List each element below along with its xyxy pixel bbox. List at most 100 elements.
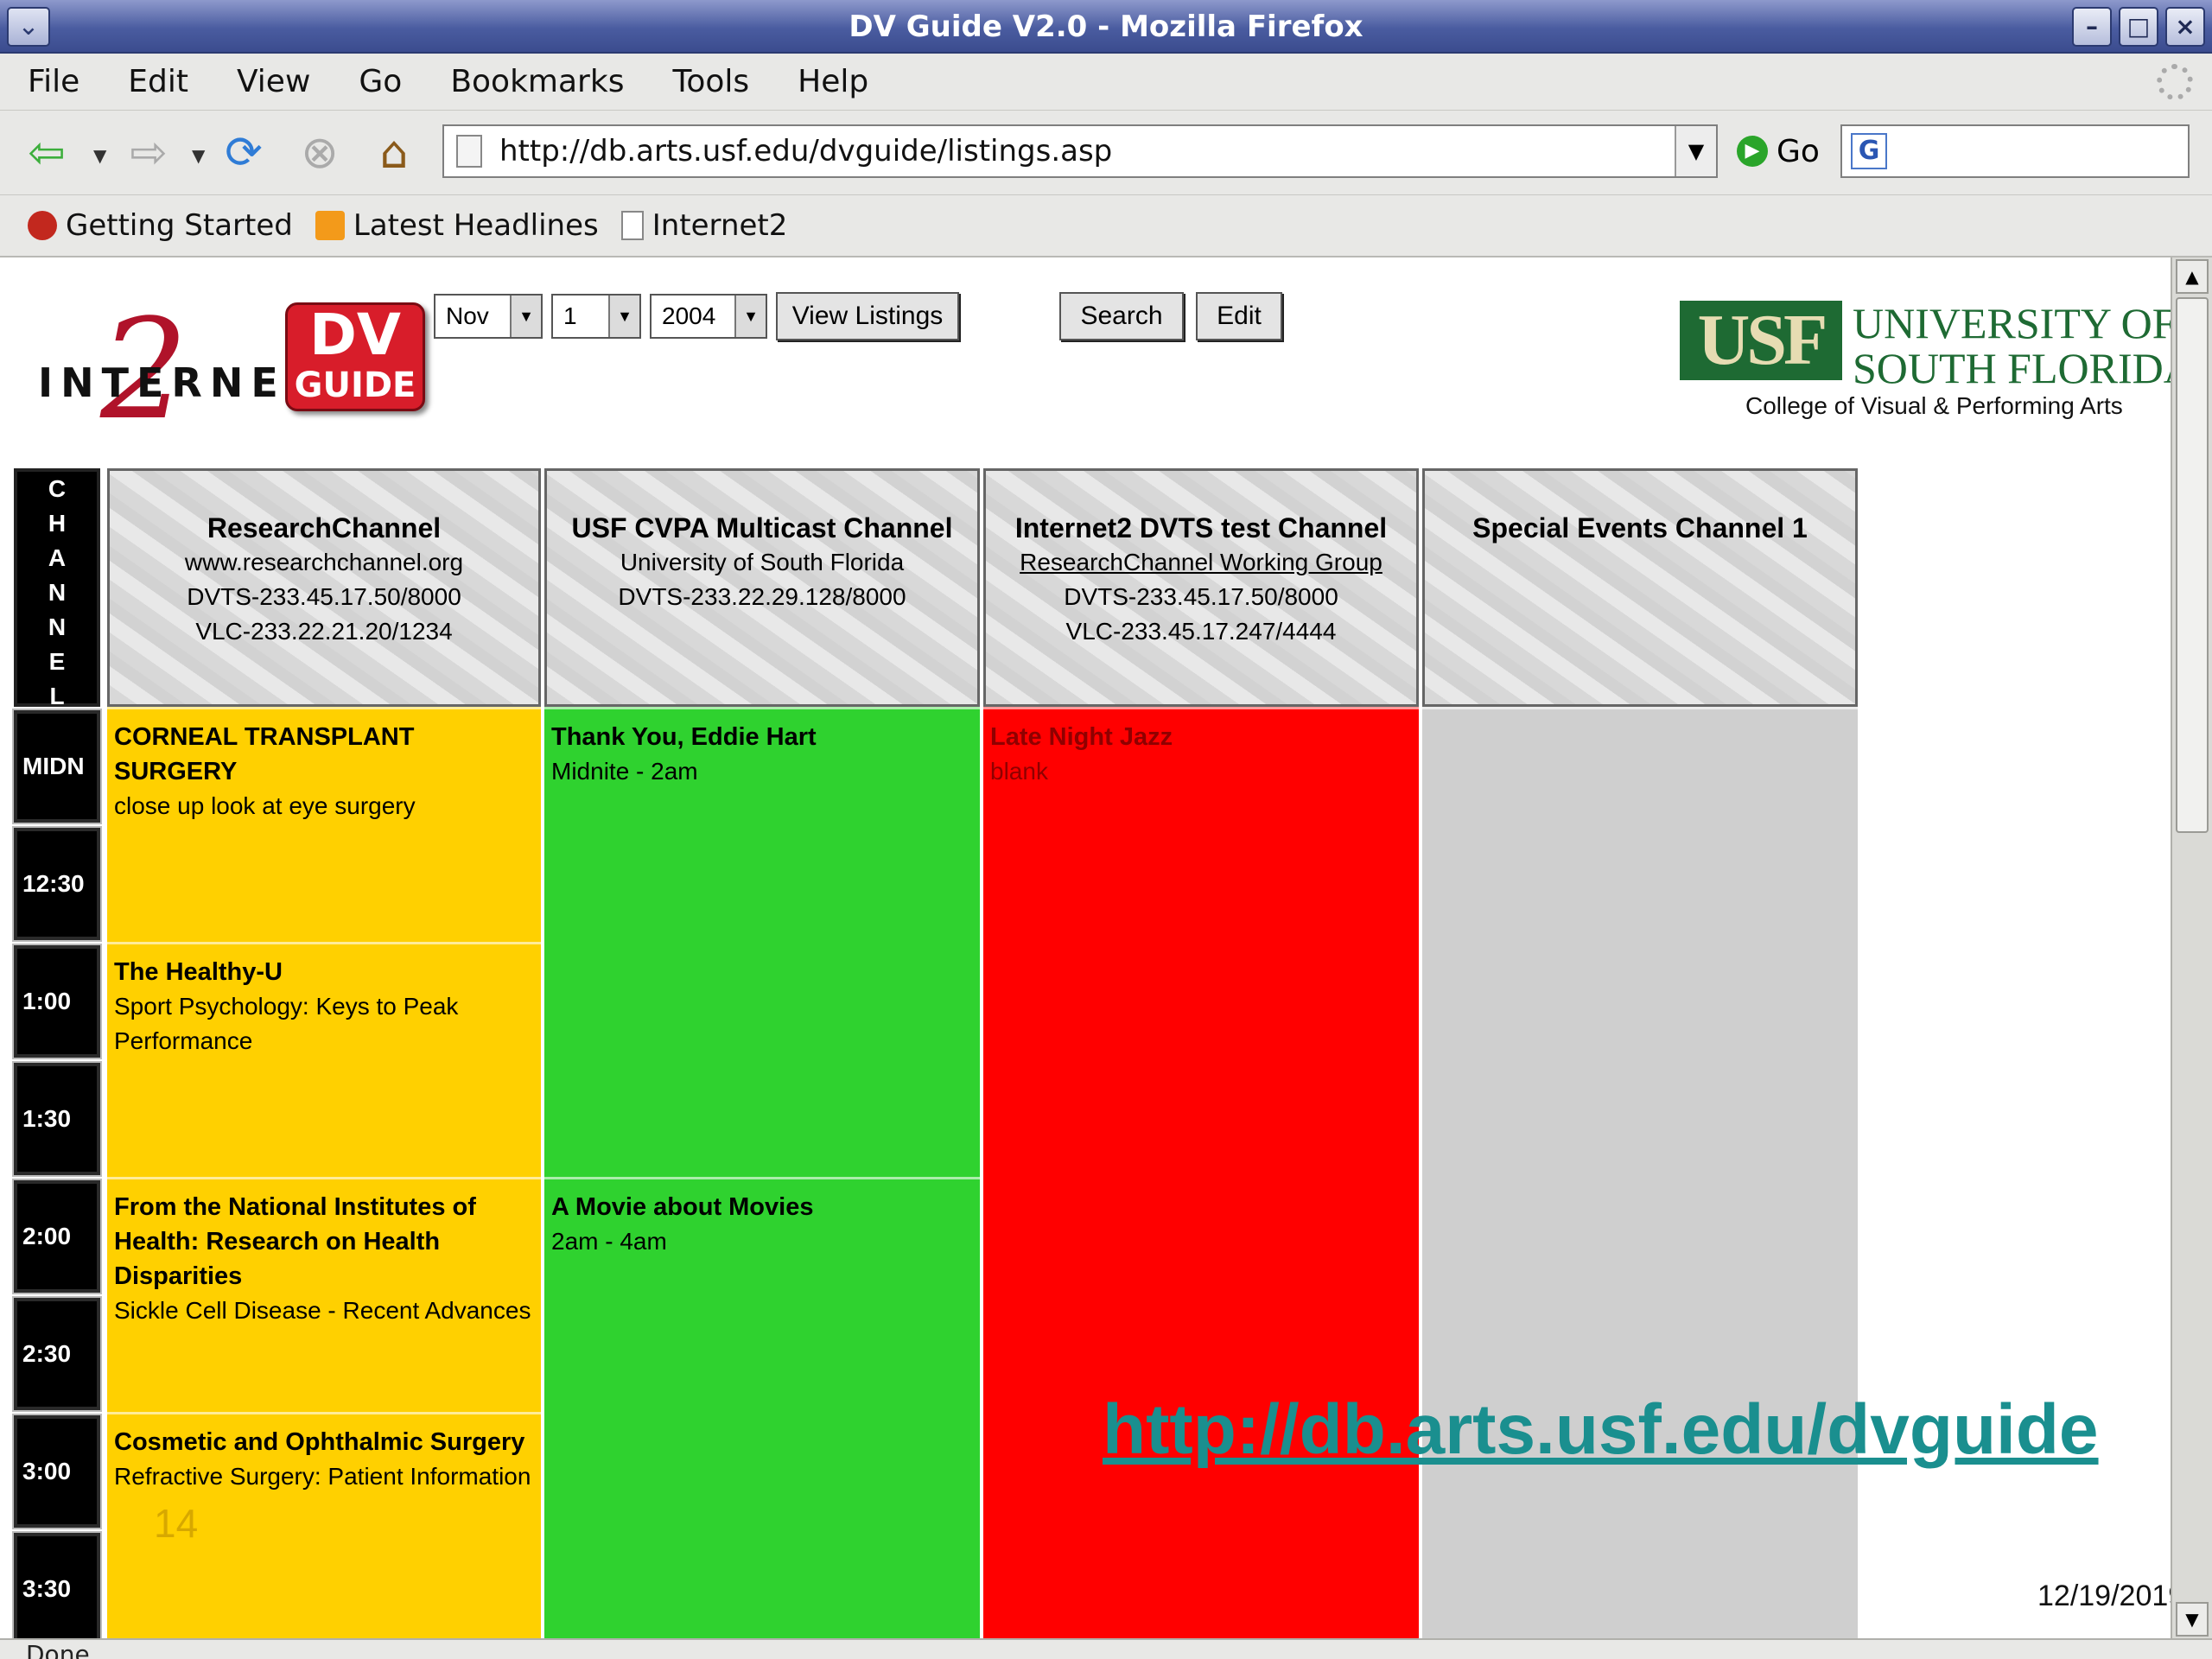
menu-edit[interactable]: Edit [128, 64, 188, 99]
scroll-up-icon[interactable]: ▲ [2176, 259, 2209, 294]
channel-line: www.researchchannel.org [184, 549, 464, 575]
channel-line: DVTS-233.45.17.50/8000 [1064, 583, 1338, 610]
program-block[interactable]: CORNEAL TRANSPLANT SURGERY close up look… [107, 707, 541, 942]
vertical-scrollbar[interactable]: ▲ ▼ [2171, 257, 2212, 1638]
address-bar[interactable]: http://db.arts.usf.edu/dvguide/listings.… [442, 124, 1718, 178]
usf-mark: USF [1680, 301, 1842, 380]
stop-icon[interactable]: ⊗ [292, 126, 347, 180]
window-title: DV Guide V2.0 - Mozilla Firefox [849, 10, 1363, 44]
dv-guide-logo: DV GUIDE [285, 302, 425, 411]
go-arrow-icon: ▶ [1737, 136, 1768, 167]
search-box[interactable]: G [1840, 124, 2190, 178]
scroll-thumb[interactable] [2176, 297, 2209, 833]
dvguide-link[interactable]: http://db.arts.usf.edu/dvguide [1103, 1389, 2099, 1471]
bookmark-getting-started[interactable]: Getting Started [28, 208, 293, 243]
usf-name-line2: SOUTH FLORIDA. [1853, 344, 2171, 392]
usf-name: UNIVERSITY OF SOUTH FLORIDA. [1853, 301, 2171, 391]
channel-line: VLC-233.22.21.20/1234 [195, 618, 453, 645]
program-title: Cosmetic and Ophthalmic Surgery [114, 1428, 525, 1456]
bookmark-internet2[interactable]: Internet2 [620, 208, 788, 243]
channel-name: ResearchChannel [207, 512, 442, 543]
channel-letter: L [49, 683, 65, 709]
edit-button[interactable]: Edit [1196, 292, 1282, 340]
internet2-logo-text: INTERNET [38, 359, 321, 406]
program-block[interactable]: Thank You, Eddie Hart Midnite - 2am [544, 707, 980, 1177]
minimize-icon[interactable]: – [2072, 7, 2112, 47]
menu-tools[interactable]: Tools [672, 64, 749, 99]
status-text: Done [26, 1640, 90, 1659]
reload-icon[interactable]: ⟳ [216, 126, 271, 180]
go-button[interactable]: ▶ Go [1737, 124, 1820, 178]
time-slot: 1:30 [12, 1061, 102, 1177]
menu-view[interactable]: View [237, 64, 310, 99]
url-history-dropdown-icon[interactable]: ▼ [1675, 126, 1716, 176]
internet2-logo: 2 INTERNET [35, 292, 313, 456]
month-select[interactable]: Nov ▼ [434, 294, 543, 339]
scroll-down-icon[interactable]: ▼ [2176, 1602, 2209, 1637]
page-content: 2 INTERNET DV GUIDE Nov ▼ 1 ▼ 2004 ▼ Vie… [0, 257, 2171, 1638]
view-listings-button[interactable]: View Listings [776, 292, 959, 340]
home-icon[interactable]: ⌂ [366, 126, 422, 180]
program-title: Thank You, Eddie Hart [551, 723, 817, 751]
chevron-down-icon: ▼ [608, 296, 639, 337]
channel-link[interactable]: ResearchChannel Working Group [986, 545, 1416, 580]
time-slot: 3:30 [12, 1531, 102, 1638]
program-description: Sickle Cell Disease - Recent Advances [114, 1297, 531, 1324]
program-title: Late Night Jazz [990, 723, 1173, 751]
title-bar: ⌄ DV Guide V2.0 - Mozilla Firefox – □ × [0, 0, 2212, 54]
channel-letter: N [48, 579, 67, 606]
forward-arrow-icon[interactable]: ⇨ [121, 126, 176, 180]
program-block[interactable]: The Healthy-U Sport Psychology: Keys to … [107, 942, 541, 1177]
program-block[interactable]: Late Night Jazz blank [983, 707, 1419, 1638]
address-url[interactable]: http://db.arts.usf.edu/dvguide/listings.… [499, 126, 1112, 176]
time-label: 1:00 [22, 988, 72, 1014]
status-bar: Done [0, 1638, 2212, 1659]
firefox-icon [28, 211, 57, 240]
close-icon[interactable]: × [2165, 7, 2205, 47]
time-slot: 2:30 [12, 1296, 102, 1412]
back-history-dropdown-icon[interactable]: ▼ [93, 145, 106, 166]
year-select[interactable]: 2004 ▼ [650, 294, 767, 339]
channel-header-special-events: Special Events Channel 1 [1422, 468, 1858, 707]
menu-go[interactable]: Go [359, 64, 402, 99]
time-label: 12:30 [22, 870, 85, 897]
time-label: 2:30 [22, 1340, 72, 1367]
forward-history-dropdown-icon[interactable]: ▼ [192, 145, 205, 166]
maximize-icon[interactable]: □ [2119, 7, 2158, 47]
channel-letter: H [48, 510, 67, 537]
menu-help[interactable]: Help [798, 64, 868, 99]
bookmark-latest-headlines[interactable]: Latest Headlines [315, 208, 599, 243]
program-description: close up look at eye surgery [114, 792, 416, 819]
channel-header-usf-cvpa: USF CVPA Multicast Channel University of… [544, 468, 980, 707]
search-engine-icon[interactable]: G [1851, 133, 1887, 169]
menu-bookmarks[interactable]: Bookmarks [450, 64, 624, 99]
chevron-down-icon: ▼ [510, 296, 541, 337]
program-title: The Healthy-U [114, 958, 283, 986]
program-block[interactable]: From the National Institutes of Health: … [107, 1177, 541, 1412]
channel-letter: C [48, 475, 67, 502]
menu-file[interactable]: File [28, 64, 79, 99]
slide-number: 14 [154, 1501, 199, 1546]
throbber-icon [2157, 64, 2193, 100]
page-icon [456, 135, 482, 168]
bookmark-label: Internet2 [652, 208, 788, 243]
time-label: 3:30 [22, 1575, 72, 1602]
page-icon [620, 211, 644, 240]
channel-name: USF CVPA Multicast Channel [571, 512, 953, 543]
time-label: 1:30 [22, 1105, 72, 1132]
rss-icon [315, 211, 345, 240]
day-value: 1 [563, 302, 577, 329]
day-select[interactable]: 1 ▼ [551, 294, 641, 339]
channel-header-researchchannel: ResearchChannel www.researchchannel.org … [107, 468, 541, 707]
search-button[interactable]: Search [1059, 292, 1184, 340]
program-description: blank [990, 758, 1048, 785]
time-slot: MIDN [12, 709, 102, 824]
channel-line: DVTS-233.45.17.50/8000 [187, 583, 461, 610]
back-arrow-icon[interactable]: ⇦ [19, 126, 74, 180]
program-block[interactable]: A Movie about Movies 2am - 4am [544, 1177, 980, 1638]
time-label: MIDN [22, 753, 85, 779]
month-value: Nov [446, 302, 489, 329]
program-description: 2am - 4am [551, 1228, 667, 1255]
channel-label: C H A N N E L [14, 468, 100, 709]
channel-letter: N [48, 613, 67, 640]
